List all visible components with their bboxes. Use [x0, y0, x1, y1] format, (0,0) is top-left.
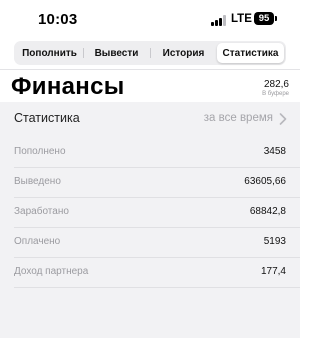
tab-deposit[interactable]: Пополнить	[16, 43, 83, 63]
stat-value: 3458	[263, 146, 286, 157]
stat-value: 63605,66	[244, 176, 286, 187]
page-title: Финансы	[11, 73, 125, 100]
tab-bar: Пополнить Вывести История Статистика	[14, 41, 286, 65]
statistics-label: Статистика	[14, 111, 80, 125]
stat-row-deposited: Пополнено 3458	[14, 138, 300, 168]
tab-history[interactable]: История	[150, 43, 217, 63]
statistics-panel: Статистика за все время Пополнено 3458 В…	[0, 102, 300, 338]
stat-row-earned: Заработано 68842,8	[14, 198, 300, 228]
stat-row-withdrawn: Выведено 63605,66	[14, 168, 300, 198]
battery-icon: 95	[254, 12, 274, 25]
statistics-period-selector[interactable]: Статистика за все время	[0, 102, 300, 136]
status-bar: 10:03 LTE 95	[0, 0, 300, 38]
tab-statistics[interactable]: Статистика	[217, 43, 284, 63]
page-header: Финансы 282,6 В буфере	[0, 70, 300, 102]
cellular-signal-icon	[211, 15, 228, 26]
statistics-list: Пополнено 3458 Выведено 63605,66 Заработ…	[0, 138, 300, 288]
stat-value: 68842,8	[249, 206, 286, 217]
stat-row-partner-income: Доход партнера 177,4	[14, 258, 300, 288]
tab-withdraw[interactable]: Вывести	[83, 43, 150, 63]
status-time: 10:03	[38, 11, 78, 28]
stat-label: Доход партнера	[14, 266, 89, 277]
stat-label: Заработано	[14, 206, 69, 217]
stat-label: Оплачено	[14, 236, 61, 247]
balance-value: 282,6	[263, 79, 289, 90]
chevron-right-icon	[279, 113, 287, 125]
stat-value: 177,4	[260, 266, 286, 277]
stat-value: 5193	[263, 236, 286, 247]
stat-label: Пополнено	[14, 146, 66, 157]
period-value: за все время	[203, 112, 273, 124]
stat-row-paid: Оплачено 5193	[14, 228, 300, 258]
battery-tip	[275, 16, 277, 21]
network-type: LTE	[231, 13, 252, 25]
balance-caption: В буфере	[262, 91, 289, 97]
stat-label: Выведено	[14, 176, 61, 187]
